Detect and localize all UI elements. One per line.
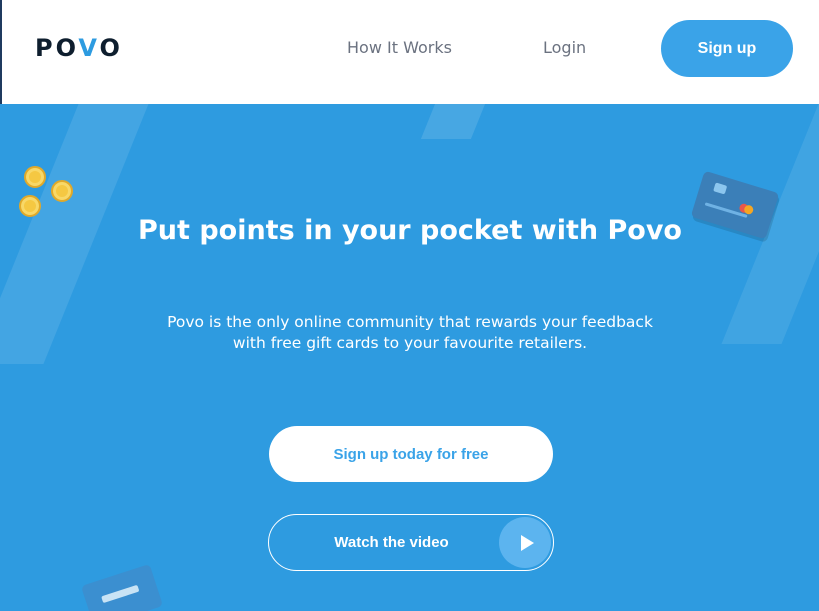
signup-button[interactable]: Sign up — [661, 20, 793, 77]
watch-video-label: Watch the video — [334, 534, 449, 551]
logo-suffix: O — [99, 34, 123, 62]
coin-icon — [19, 195, 41, 217]
povo-logo[interactable]: POVO — [35, 34, 123, 62]
play-button[interactable] — [499, 517, 551, 568]
credit-card-icon — [80, 563, 164, 611]
hero-title: Put points in your pocket with Povo — [138, 215, 682, 246]
card-stripe — [101, 584, 140, 604]
logo-prefix: PO — [35, 34, 79, 62]
site-header: POVO How It Works Login Sign up — [0, 0, 819, 104]
coin-icon — [51, 180, 73, 202]
nav-how-it-works[interactable]: How It Works — [347, 38, 452, 57]
signup-free-button[interactable]: Sign up today for free — [269, 426, 553, 482]
coin-icon — [24, 166, 46, 188]
play-icon — [520, 534, 534, 551]
decorative-streak — [420, 104, 490, 139]
card-chip — [713, 182, 728, 195]
watch-video-button[interactable]: Watch the video — [268, 514, 554, 571]
nav-login[interactable]: Login — [543, 38, 586, 57]
hero-section: Put points in your pocket with Povo Povo… — [0, 104, 819, 611]
logo-v: V — [78, 34, 100, 62]
hero-description: Povo is the only online community that r… — [167, 313, 653, 352]
